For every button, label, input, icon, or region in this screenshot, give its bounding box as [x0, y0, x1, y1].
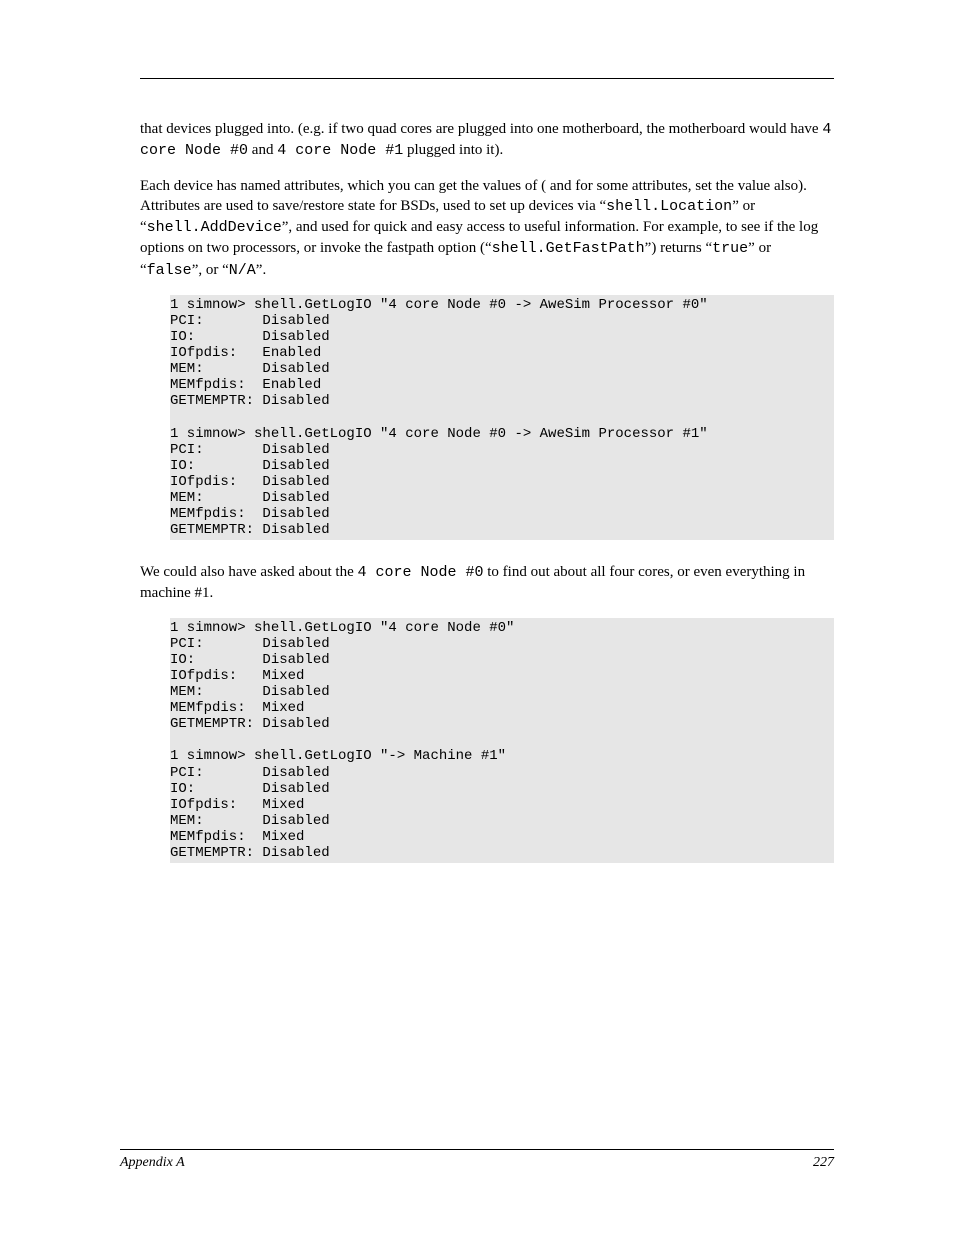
header-rule [140, 78, 834, 79]
footer-rule [120, 1149, 834, 1150]
text: that devices plugged into. (e.g. if two … [140, 121, 822, 137]
inline-code: true [712, 240, 748, 257]
footer-left: Appendix A [120, 1154, 185, 1173]
inline-code: 4 core Node #1 [277, 142, 403, 159]
text: , or [198, 262, 222, 278]
inline-code: 4 core Node #0 [357, 564, 483, 581]
footer-page-number: 227 [813, 1154, 834, 1173]
page: that devices plugged into. (e.g. if two … [0, 0, 954, 1235]
paragraph-3: We could also have asked about the 4 cor… [140, 562, 834, 604]
text: We could also have asked about the [140, 564, 357, 580]
code-block-2: 1 simnow> shell.GetLogIO "4 core Node #0… [170, 618, 834, 863]
text: and [248, 142, 277, 158]
inline-code: false [147, 262, 192, 279]
footer: Appendix A 227 [120, 1149, 834, 1173]
paragraph-1: that devices plugged into. (e.g. if two … [140, 119, 834, 162]
paragraph-2: Each device has named attributes, which … [140, 176, 834, 281]
text: or [739, 198, 755, 214]
inline-code: shell.GetFastPath [492, 240, 645, 257]
footer-row: Appendix A 227 [120, 1154, 834, 1173]
text: . [262, 262, 266, 278]
inline-code: N/A [229, 262, 256, 279]
inline-code: shell.AddDevice [147, 219, 282, 236]
text: ) returns [651, 240, 705, 256]
code-block-1: 1 simnow> shell.GetLogIO "4 core Node #0… [170, 295, 834, 540]
inline-code: shell.Location [606, 198, 732, 215]
text: or [755, 240, 771, 256]
text: plugged into it). [403, 142, 503, 158]
